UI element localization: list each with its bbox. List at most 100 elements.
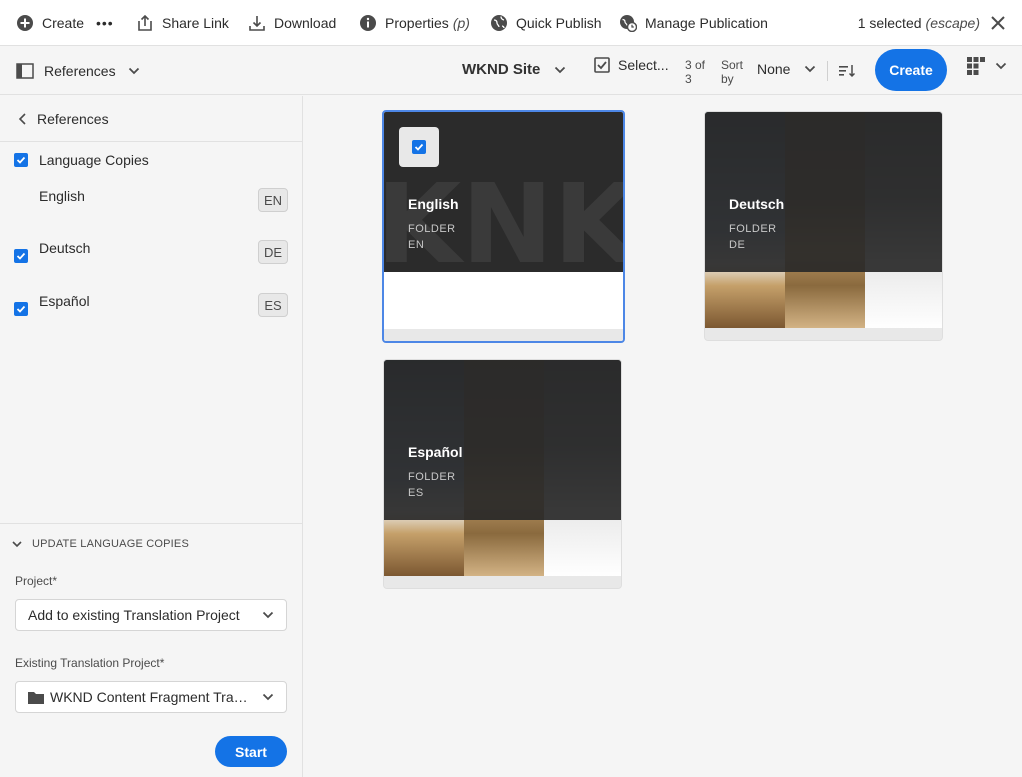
card-deutsch[interactable]: Deutsch FOLDER DE (704, 111, 943, 341)
card-checkbox[interactable] (412, 140, 426, 154)
share-link-action[interactable]: Share Link (136, 0, 229, 46)
download-action[interactable]: Download (248, 0, 336, 46)
sort-order-icon (839, 65, 855, 78)
project-dropdown[interactable]: Add to existing Translation Project (15, 599, 287, 631)
folder-icon (28, 692, 44, 704)
chevron-down-icon (262, 693, 274, 701)
language-code-badge: EN (258, 188, 288, 212)
language-name: English (39, 188, 85, 204)
chevron-down-icon (555, 66, 566, 73)
language-code-badge: ES (258, 293, 288, 317)
item-count-line1: 3 of (685, 58, 706, 72)
sort-by-line1: Sort (721, 58, 744, 72)
references-back-label: References (37, 110, 109, 127)
card-type: FOLDER (408, 223, 456, 235)
sort-by-label: Sort by (721, 58, 743, 86)
language-item-espanol[interactable]: Español ES (14, 293, 288, 317)
manage-publication-action[interactable]: Manage Publication (619, 0, 768, 46)
manage-publication-label: Manage Publication (645, 14, 768, 31)
card-title: English (408, 196, 459, 212)
existing-project-dropdown[interactable]: WKND Content Fragment Translation Projec… (15, 681, 287, 713)
sort-direction-button[interactable] (827, 61, 855, 81)
globe-icon (491, 14, 507, 31)
card-selection-checkbox[interactable] (399, 127, 439, 167)
globe-clock-icon (620, 14, 637, 32)
card-language-code: DE (729, 239, 746, 251)
selected-count: 1 selected (857, 15, 922, 31)
chevron-down-icon (12, 541, 22, 548)
language-item-deutsch[interactable]: Deutsch DE (14, 240, 288, 264)
language-checkbox-espanol[interactable] (14, 302, 28, 316)
download-icon (249, 15, 265, 31)
quick-publish-label: Quick Publish (516, 14, 602, 31)
escape-hint: (escape) (925, 15, 980, 31)
item-count-line2: 3 (685, 72, 692, 86)
select-all-button[interactable]: Select... (594, 57, 669, 73)
card-english[interactable]: KNKK English FOLDER EN (382, 110, 625, 343)
sort-by-line2: by (721, 72, 734, 86)
share-link-label: Share Link (162, 14, 229, 31)
language-copies-row: Language Copies (14, 152, 288, 168)
selection-status: 1 selected (escape) (858, 0, 1006, 46)
card-thumbnail (384, 360, 621, 577)
card-footer (384, 329, 623, 341)
language-name: Deutsch (39, 240, 91, 256)
quick-publish-action[interactable]: Quick Publish (490, 0, 602, 46)
svg-text:KNKK: KNKK (384, 162, 623, 272)
language-item-english[interactable]: English EN (14, 188, 288, 212)
site-title-dropdown[interactable]: WKND Site (462, 61, 566, 78)
start-button[interactable]: Start (215, 736, 287, 767)
language-checkbox-deutsch[interactable] (14, 249, 28, 263)
language-name: Español (39, 293, 90, 309)
view-switcher[interactable] (967, 57, 1007, 75)
check-icon (16, 156, 26, 164)
check-icon (16, 305, 26, 313)
chevron-down-icon (805, 65, 816, 73)
check-icon (16, 252, 26, 260)
language-copies-checkbox[interactable] (14, 153, 28, 167)
select-checkbox-icon (594, 57, 610, 73)
language-copies-label: Language Copies (39, 152, 149, 168)
references-back-button[interactable]: References (0, 96, 302, 142)
chevron-left-icon (18, 112, 26, 125)
card-title: Español (408, 444, 463, 460)
existing-project-label: Existing Translation Project* (15, 656, 165, 670)
rail-toggle[interactable]: References (16, 59, 140, 83)
update-heading: UPDATE LANGUAGE COPIES (32, 538, 190, 550)
update-language-copies-section: UPDATE LANGUAGE COPIES (0, 523, 302, 550)
chevron-down-icon (262, 611, 274, 619)
references-rail: References Language Copies English EN De… (0, 96, 303, 777)
chevron-down-icon (128, 67, 139, 75)
share-icon (138, 14, 152, 31)
sort-select[interactable]: None (757, 61, 816, 77)
sort-value: None (757, 61, 791, 77)
select-label: Select... (618, 57, 669, 73)
close-icon[interactable] (990, 15, 1006, 31)
existing-project-value: WKND Content Fragment Translation Projec… (50, 689, 254, 705)
card-language-code: EN (408, 239, 425, 251)
create-action[interactable]: Create (16, 0, 84, 46)
properties-action[interactable]: Properties (p) (359, 0, 470, 46)
properties-shortcut: (p) (452, 14, 470, 31)
rail-toggle-label: References (44, 63, 116, 79)
project-value: Add to existing Translation Project (28, 607, 240, 623)
card-footer (384, 576, 621, 588)
toolbar: References WKND Site Select... 3 of 3 So… (0, 47, 1022, 95)
card-language-code: ES (408, 487, 424, 499)
language-code-badge: DE (258, 240, 288, 264)
create-button[interactable]: Create (875, 49, 947, 91)
project-label: Project* (15, 574, 58, 588)
update-language-copies-toggle[interactable]: UPDATE LANGUAGE COPIES (12, 538, 189, 550)
check-icon (414, 143, 424, 151)
properties-label: Properties (385, 14, 449, 31)
chevron-down-icon (995, 62, 1007, 70)
more-actions-button[interactable]: ••• (96, 0, 114, 46)
card-espanol[interactable]: Español FOLDER ES (383, 359, 622, 589)
card-title: Deutsch (729, 196, 785, 212)
add-circle-icon (17, 14, 33, 31)
more-icon: ••• (96, 14, 114, 31)
card-view-icon (967, 57, 985, 75)
rail-icon (16, 63, 34, 79)
card-thumbnail (705, 112, 942, 329)
wknd-logo-watermark: KNKK (384, 162, 623, 272)
